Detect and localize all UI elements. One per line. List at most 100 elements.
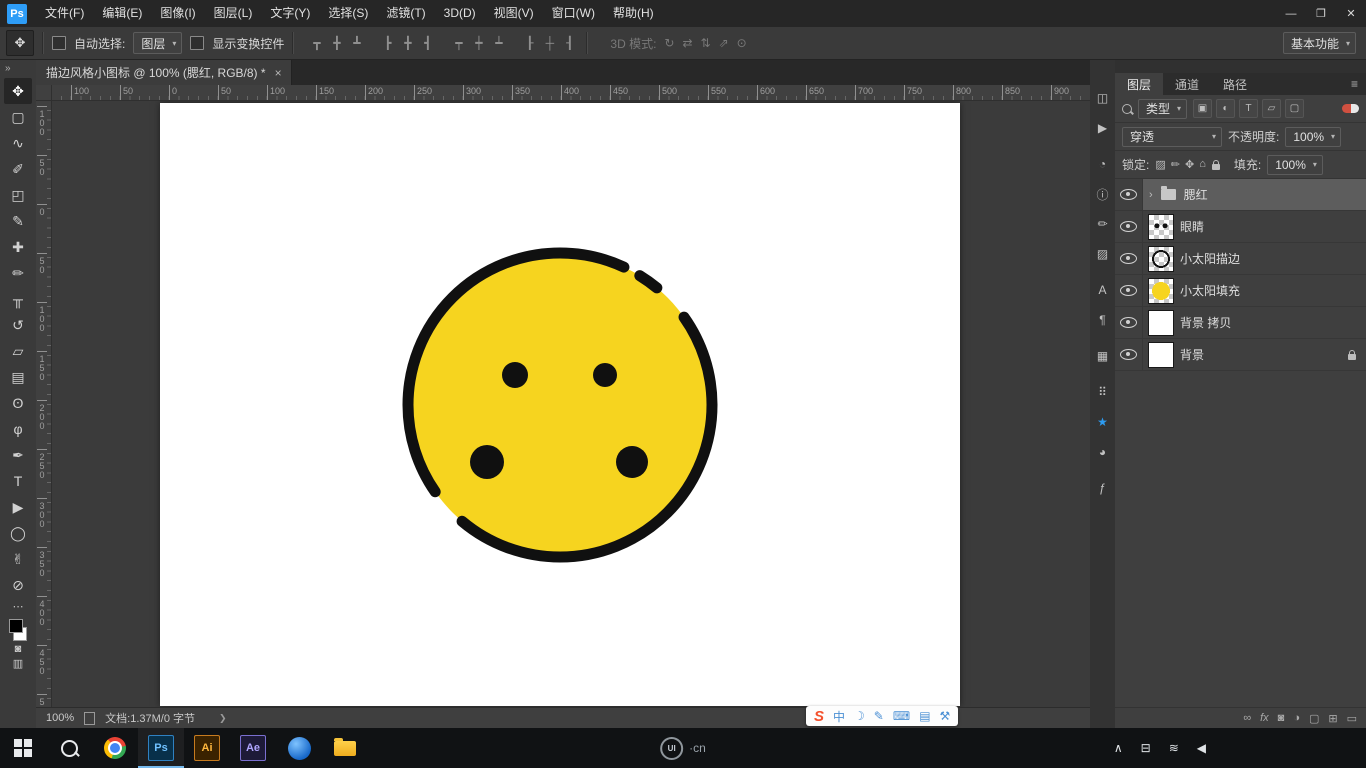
layer-row-content[interactable]: 小太阳填充 [1143, 275, 1366, 306]
quick-selection-tool[interactable]: ✐ [4, 156, 32, 182]
threed-icon-1[interactable]: ⇄ [682, 36, 692, 50]
clone-source-panel-icon[interactable]: ▨ [1093, 244, 1113, 264]
link-layers-icon[interactable]: ∞ [1243, 712, 1251, 724]
blur-tool[interactable]: ʘ [4, 390, 32, 416]
eye-icon[interactable] [1120, 253, 1137, 264]
visibility-cell[interactable] [1115, 211, 1143, 242]
fill-dropdown[interactable]: 100% ▾ [1267, 154, 1323, 175]
opacity-dropdown[interactable]: 100% ▾ [1285, 126, 1342, 147]
lock-pixels-icon[interactable]: ✏ [1171, 158, 1180, 171]
glyphs-panel-icon[interactable]: ▦ [1093, 346, 1113, 366]
layer-name[interactable]: 背景 [1180, 346, 1204, 363]
eye-icon[interactable] [1120, 349, 1137, 360]
filter-pixel-layers-icon[interactable]: ▣ [1193, 99, 1213, 118]
minimize-button[interactable]: — [1276, 0, 1306, 27]
lock-position-icon[interactable]: ✥ [1185, 158, 1194, 171]
smiley-artwork[interactable] [160, 103, 960, 706]
tray-network-icon[interactable]: ≋ [1169, 741, 1179, 755]
tray-volume-icon[interactable]: ◀ [1197, 741, 1206, 755]
new-layer-icon[interactable]: ⊞ [1328, 712, 1337, 725]
eye-icon[interactable] [1120, 317, 1137, 328]
patterns-panel-icon[interactable]: ⠿ [1093, 382, 1113, 402]
show-transform-checkbox[interactable] [190, 36, 205, 50]
auto-select-checkbox[interactable] [52, 36, 66, 50]
path-selection-tool[interactable]: ▶ [4, 494, 32, 520]
visibility-cell[interactable] [1115, 307, 1143, 338]
menu-item-7[interactable]: 3D(D) [435, 0, 485, 27]
layer-row-3[interactable]: 小太阳填充 [1115, 275, 1366, 307]
layer-row-4[interactable]: 背景 拷贝 [1115, 307, 1366, 339]
eye-icon[interactable] [1120, 189, 1137, 200]
panel-tab-2[interactable]: 路径 [1211, 73, 1259, 95]
layer-group-icon[interactable]: ▢ [1309, 712, 1319, 725]
taskbar-illustrator-button[interactable]: Ai [184, 728, 230, 768]
visibility-cell[interactable] [1115, 179, 1143, 210]
filter-type-layers-icon[interactable]: T [1239, 99, 1259, 118]
threed-icon-4[interactable]: ⊙ [737, 36, 747, 50]
visibility-cell[interactable] [1115, 275, 1143, 306]
workspace-switcher[interactable]: 基本功能 ▾ [1282, 32, 1356, 54]
delete-layer-icon[interactable]: ▭ [1347, 712, 1357, 725]
align-icon-3-1[interactable]: ┼ [541, 34, 558, 52]
menu-item-1[interactable]: 编辑(E) [93, 0, 151, 27]
lasso-tool[interactable]: ∿ [4, 130, 32, 156]
menu-item-8[interactable]: 视图(V) [485, 0, 543, 27]
move-tool[interactable]: ✥ [4, 78, 32, 104]
lock-all-icon[interactable] [1211, 159, 1220, 170]
align-icon-3-0[interactable]: ┠ [521, 34, 538, 52]
layer-row-1[interactable]: 眼睛 [1115, 211, 1366, 243]
layer-name[interactable]: 小太阳填充 [1180, 282, 1240, 299]
taskbar-photoshop-button[interactable]: Ps [138, 728, 184, 768]
start-button[interactable] [0, 728, 46, 768]
layer-row-content[interactable]: 眼睛 [1143, 211, 1366, 242]
align-icon-0-0[interactable]: ┳ [308, 34, 325, 52]
lock-transparency-icon[interactable]: ▨ [1155, 158, 1165, 171]
layer-mask-icon[interactable]: ◙ [1278, 712, 1285, 724]
layer-thumbnail[interactable] [1149, 278, 1173, 303]
layer-row-content[interactable]: 小太阳描边 [1143, 243, 1366, 274]
blend-mode-dropdown[interactable]: 穿透 ▾ [1122, 126, 1222, 147]
actions-panel-icon[interactable]: ▶ [1093, 118, 1113, 138]
zoom-tool[interactable]: ⊘ [4, 572, 32, 598]
threed-icon-2[interactable]: ⇅ [701, 36, 711, 50]
clone-stamp-tool[interactable]: ╥ [4, 286, 32, 312]
ruler-top[interactable]: 100 50 0 50 100 150 200 250 300 350 400 450 500 550 60… [51, 85, 1090, 101]
close-button[interactable]: ✕ [1336, 0, 1366, 27]
menu-item-10[interactable]: 帮助(H) [604, 0, 663, 27]
eraser-tool[interactable]: ▱ [4, 338, 32, 364]
layer-thumbnail[interactable] [1149, 310, 1173, 335]
align-icon-0-1[interactable]: ╋ [328, 34, 345, 52]
crop-tool[interactable]: ◰ [4, 182, 32, 208]
panel-tab-0[interactable]: 图层 [1115, 73, 1164, 95]
brush-settings-panel-icon[interactable]: ✏ [1093, 214, 1113, 234]
menu-item-3[interactable]: 图层(L) [205, 0, 262, 27]
layer-row-content[interactable]: 背景 拷贝 [1143, 307, 1366, 338]
visibility-cell[interactable] [1115, 339, 1143, 370]
eye-icon[interactable] [1120, 285, 1137, 296]
layer-row-content[interactable]: › 腮红 [1143, 179, 1366, 210]
tool-preset-button[interactable]: ✥ [6, 30, 34, 56]
taskbar-chrome-button[interactable] [92, 728, 138, 768]
paragraph-panel-icon[interactable]: ¶ [1093, 310, 1113, 330]
adjustment-layer-icon[interactable]: ◑ [1293, 712, 1300, 724]
tray-expand-icon[interactable]: ∧ [1114, 741, 1123, 755]
info-panel-icon[interactable]: ⓘ [1093, 184, 1113, 204]
sogou-moon-icon[interactable]: ☽ [854, 709, 865, 723]
healing-brush-tool[interactable]: ✚ [4, 234, 32, 260]
expand-arrow-icon[interactable]: › [1149, 189, 1153, 201]
menu-item-2[interactable]: 图像(I) [151, 0, 204, 27]
filter-adjustment-layers-icon[interactable]: ◐ [1216, 99, 1236, 118]
edit-toolbar-button[interactable]: ⋯ [13, 600, 24, 613]
align-icon-2-1[interactable]: ┿ [470, 34, 487, 52]
ellipse-tool[interactable]: ◯ [4, 520, 32, 546]
threed-icon-0[interactable]: ↻ [664, 36, 674, 50]
styles-panel-icon[interactable]: ƒ [1093, 478, 1113, 498]
sogou-logo-icon[interactable]: S [814, 708, 824, 725]
layer-row-5[interactable]: 背景 [1115, 339, 1366, 371]
sogou-pen-icon[interactable]: ✎ [874, 709, 884, 723]
layer-row-0[interactable]: › 腮红 [1115, 179, 1366, 211]
menu-item-9[interactable]: 窗口(W) [543, 0, 604, 27]
taskbar-file-explorer-button[interactable] [322, 728, 368, 768]
align-icon-2-2[interactable]: ┷ [490, 34, 507, 52]
layer-name[interactable]: 眼睛 [1180, 218, 1204, 235]
